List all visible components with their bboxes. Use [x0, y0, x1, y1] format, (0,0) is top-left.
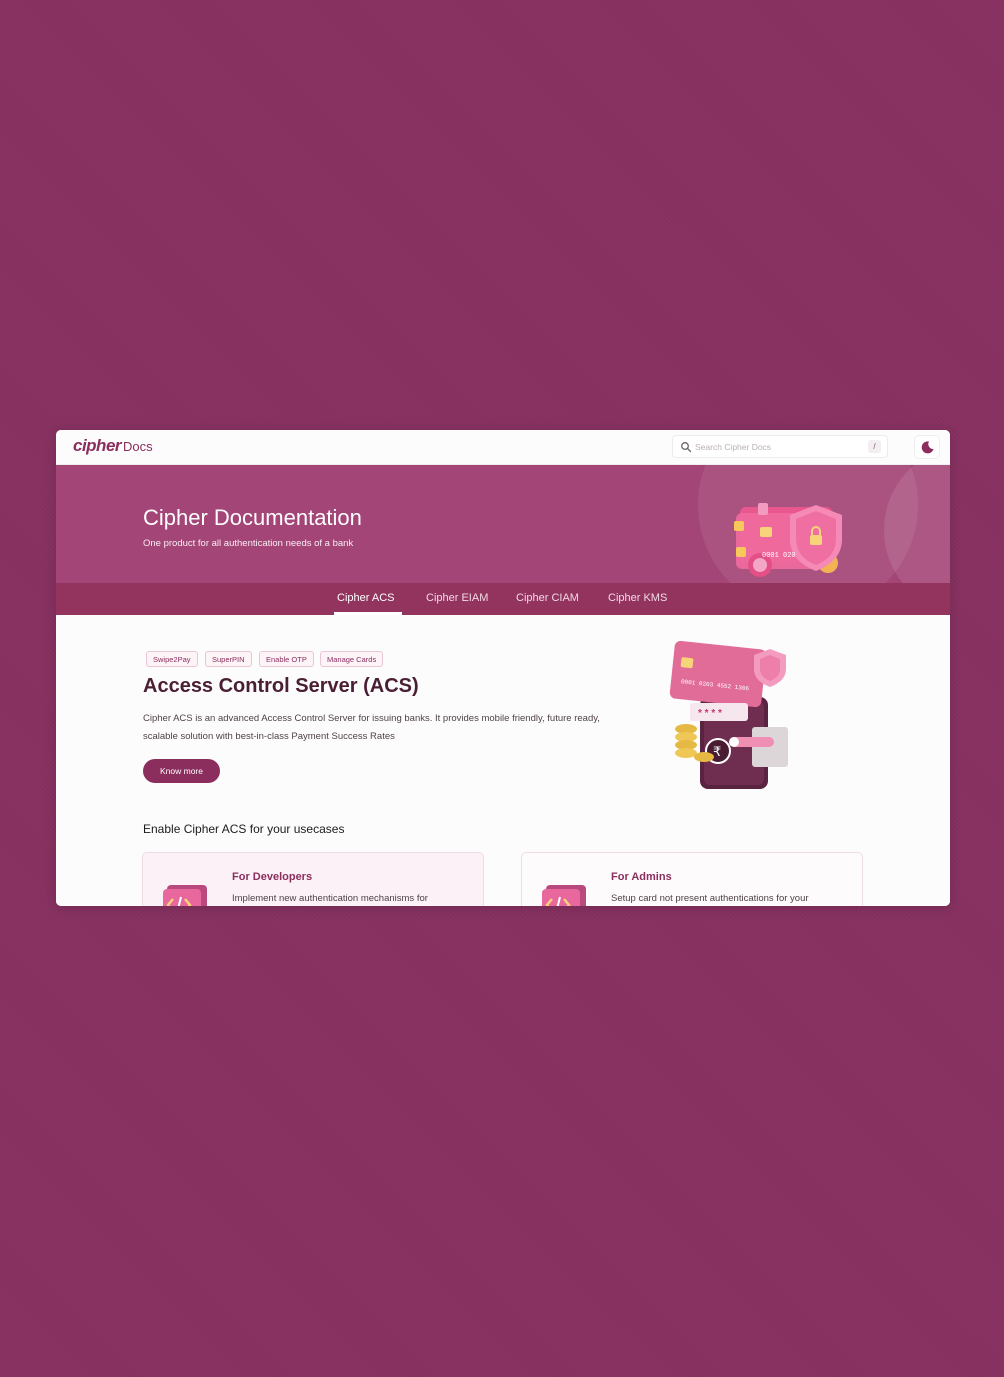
phone-card-illustration: 0001 0203 4552 1306 * * * * ₹	[669, 641, 788, 789]
tab-cipher-acs[interactable]: Cipher ACS	[337, 592, 394, 604]
developers-card[interactable]: For Developers Implement new authenticat…	[142, 852, 484, 906]
admins-card-title: For Admins	[611, 871, 672, 883]
chip-swipe2pay[interactable]: Swipe2Pay	[146, 651, 198, 667]
search-input[interactable]: Search Cipher Docs /	[672, 435, 888, 458]
know-more-button[interactable]: Know more	[143, 759, 220, 783]
section-description: Cipher ACS is an advanced Access Control…	[143, 713, 600, 742]
chip-enable-otp[interactable]: Enable OTP	[259, 651, 314, 667]
top-bar: cipher Docs Search Cipher Docs /	[56, 430, 950, 465]
theme-toggle-button[interactable]	[914, 435, 940, 459]
hero-banner: Cipher Documentation One product for all…	[56, 465, 950, 583]
developers-card-title: For Developers	[232, 871, 313, 883]
developers-card-description: Implement new authentication mechanisms …	[232, 893, 428, 904]
main-content: Swipe2Pay SuperPIN Enable OTP Manage Car…	[56, 615, 950, 906]
tab-cipher-kms[interactable]: Cipher KMS	[608, 592, 667, 604]
product-tabs: Cipher ACS Cipher EIAM Cipher CIAM Ciphe…	[56, 583, 950, 615]
section-title: Access Control Server (ACS)	[143, 675, 419, 697]
page-subtitle: One product for all authentication needs…	[143, 538, 354, 549]
search-shortcut-key: /	[868, 440, 881, 453]
usecases-heading: Enable Cipher ACS for your usecases	[143, 822, 345, 836]
admins-card-description: Setup card not present authentications f…	[611, 893, 809, 904]
browser-window: cipher Docs Search Cipher Docs / Cipher …	[56, 430, 950, 906]
code-book-icon	[163, 885, 207, 906]
tab-cipher-eiam[interactable]: Cipher EIAM	[426, 592, 488, 604]
card-shield-illustration: 0001 020	[734, 503, 842, 577]
code-book-icon	[542, 885, 586, 906]
hero-card-number: 0001 020	[762, 552, 796, 560]
page-title: Cipher Documentation	[143, 505, 362, 530]
chip-superpin[interactable]: SuperPIN	[205, 651, 252, 667]
search-icon	[681, 442, 692, 453]
chip-manage-cards[interactable]: Manage Cards	[320, 651, 384, 667]
search-placeholder: Search Cipher Docs	[695, 442, 772, 452]
tab-cipher-ciam[interactable]: Cipher CIAM	[516, 592, 579, 604]
docs-label[interactable]: Docs	[123, 439, 153, 454]
admins-card[interactable]: For Admins Setup card not present authen…	[521, 852, 863, 906]
moon-icon	[921, 441, 934, 454]
cipher-logo[interactable]: cipher	[73, 436, 122, 456]
art-pin-dots: * * * *	[698, 708, 722, 719]
rupee-symbol: ₹	[713, 745, 721, 760]
